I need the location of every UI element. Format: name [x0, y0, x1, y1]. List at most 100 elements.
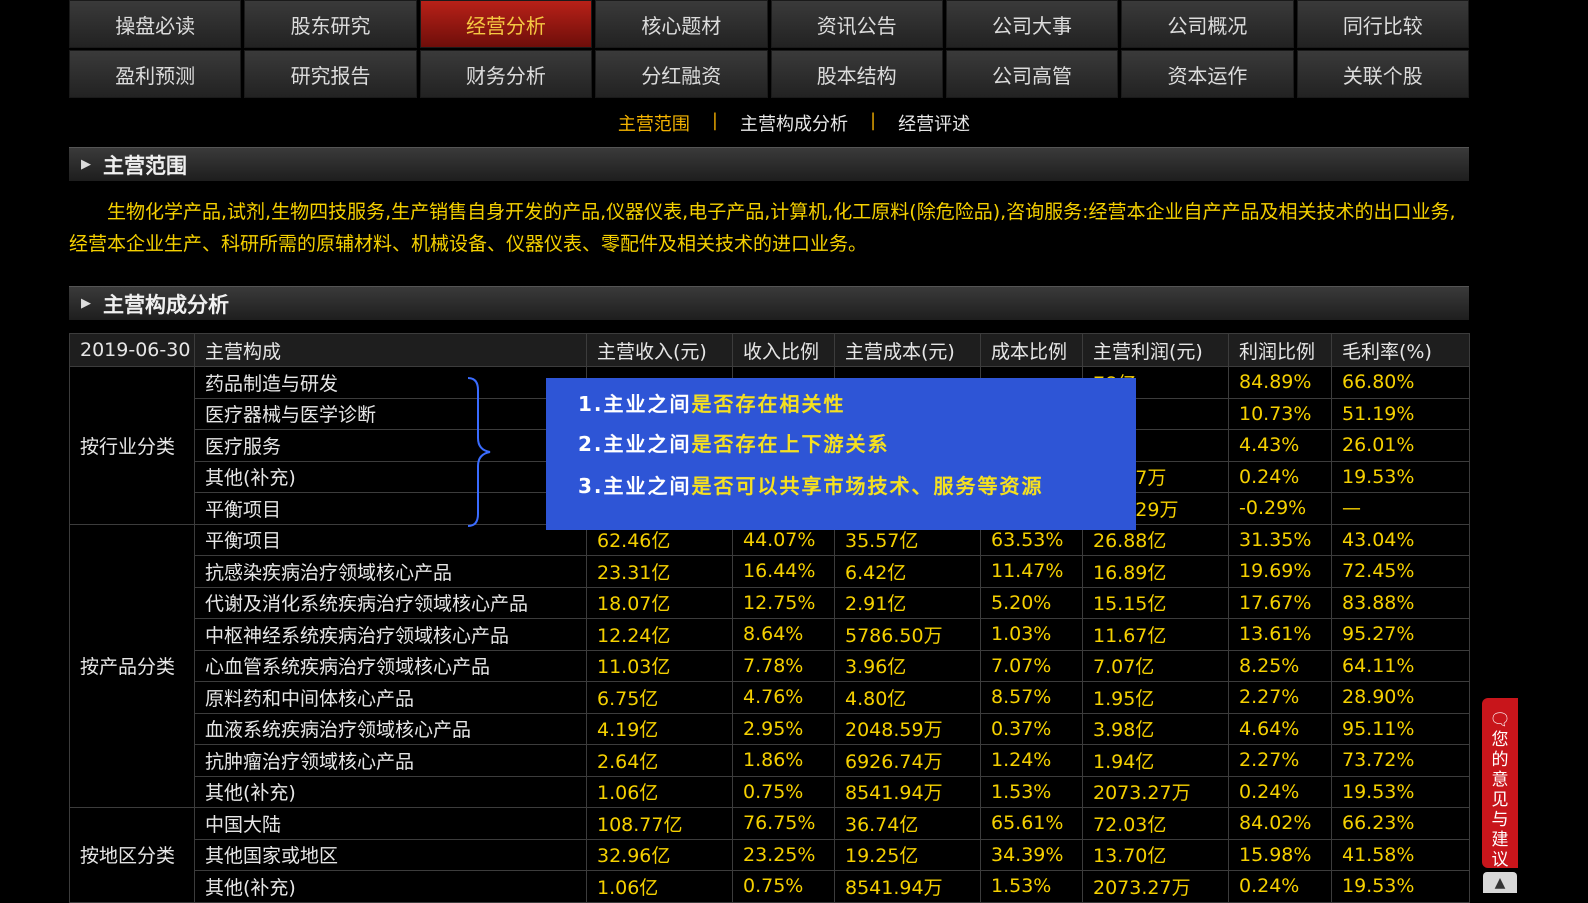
value-cell: 1.53%	[980, 870, 1083, 903]
section-bar-composition[interactable]: ▶ 主营构成分析	[69, 286, 1469, 320]
value-cell: 1.95亿	[1082, 681, 1229, 714]
value-cell: 1.53%	[980, 775, 1083, 808]
nav-tab[interactable]: 同行比较	[1296, 0, 1469, 48]
nav-tab[interactable]: 股东研究	[244, 0, 417, 48]
value-cell: 26.01%	[1331, 429, 1470, 462]
subtab[interactable]: 主营构成分析	[718, 110, 870, 136]
value-cell: 0.24%	[1228, 870, 1332, 903]
value-cell: 64.11%	[1331, 649, 1470, 682]
feedback-button[interactable]: 🗨 您的意见与建议	[1482, 698, 1518, 870]
value-cell: 34.39%	[980, 838, 1083, 871]
nav-row-1: 操盘必读 股东研究 经营分析 核心题材 资讯公告 公司大事 公司概况 同行比较	[69, 0, 1469, 48]
value-cell: 15.98%	[1228, 838, 1332, 871]
column-header: 利润比例	[1228, 333, 1332, 367]
value-cell: 1.94亿	[1082, 744, 1229, 777]
category-cell: 按地区分类	[69, 807, 195, 903]
feedback-char: 建	[1491, 830, 1509, 850]
category-cell: 按产品分类	[69, 523, 195, 808]
table-row: 血液系统疾病治疗领域核心产品 4.19亿 2.95% 2048.59万 0.37% 3.9…	[70, 712, 1470, 745]
value-cell: 16.89亿	[1082, 555, 1229, 588]
value-cell: 11.03亿	[586, 649, 733, 682]
scope-text: 生物化学产品,试剂,生物四技服务,生产销售自身开发的产品,仪器仪表,电子产品,计…	[69, 201, 1456, 255]
value-cell: 0.24%	[1228, 775, 1332, 808]
section-title: 主营范围	[103, 153, 187, 178]
value-cell: 2073.27万	[1082, 775, 1229, 808]
nav-tab[interactable]: 盈利预测	[69, 50, 242, 98]
table-row: 按地区分类 中国大陆 108.77亿 76.75% 36.74亿 65.61% 72.03亿…	[69, 807, 1470, 903]
value-cell: 2.27%	[1228, 681, 1332, 714]
segment-name: 抗感染疾病治疗领域核心产品	[194, 555, 587, 588]
value-cell: 36.74亿	[834, 807, 981, 840]
nav-tab[interactable]: 研究报告	[244, 50, 417, 98]
value-cell: 95.27%	[1331, 618, 1470, 651]
nav-tab[interactable]: 公司高管	[945, 50, 1119, 98]
nav-tab[interactable]: 公司大事	[945, 0, 1119, 48]
back-to-top-button[interactable]: ▲	[1483, 872, 1517, 893]
value-cell: 3.96亿	[834, 649, 981, 682]
section-bar-scope[interactable]: ▶ 主营范围	[69, 147, 1469, 181]
overlay-number: 1.	[578, 392, 604, 416]
feedback-label: 您的意见与建议	[1492, 730, 1509, 870]
value-cell: 2048.59万	[834, 712, 981, 745]
value-cell: 19.69%	[1228, 555, 1332, 588]
nav-tab[interactable]: 操盘必读	[69, 0, 242, 48]
column-header: 收入比例	[732, 333, 835, 367]
segment-name: 药品制造与研发	[194, 366, 587, 399]
value-cell: 65.61%	[980, 807, 1083, 840]
feedback-char: 议	[1491, 850, 1509, 870]
value-cell: 16.44%	[732, 555, 835, 588]
value-cell: 6.42亿	[834, 555, 981, 588]
segment-name: 代谢及消化系统疾病治疗领域核心产品	[194, 586, 587, 619]
nav-tab[interactable]: 分红融资	[595, 50, 768, 98]
value-cell: 12.75%	[732, 586, 835, 619]
nav-tab[interactable]: 核心题材	[595, 0, 768, 48]
nav-tab[interactable]: 公司概况	[1121, 0, 1294, 48]
segment-name: 医疗器械与医学诊断	[194, 397, 587, 430]
nav-tab[interactable]: 财务分析	[419, 50, 593, 98]
segment-name: 其他(补充)	[194, 460, 587, 493]
column-header: 主营构成	[194, 333, 587, 367]
overlay-highlight: 是否存在上下游关系	[691, 432, 890, 456]
value-cell: 12.24亿	[586, 618, 733, 651]
value-cell: —	[1331, 492, 1470, 525]
segment-name: 抗肿瘤治疗领域核心产品	[194, 744, 587, 777]
value-cell: 19.53%	[1331, 870, 1470, 903]
overlay-prefix: 主业之间	[603, 432, 692, 456]
value-cell: 13.70亿	[1082, 838, 1229, 871]
nav-tab[interactable]: 股本结构	[770, 50, 943, 98]
nav-tab[interactable]: 经营分析	[419, 0, 593, 48]
value-cell: 17.67%	[1228, 586, 1332, 619]
value-cell: 72.03亿	[1082, 807, 1229, 840]
section-title: 主营构成分析	[103, 292, 229, 317]
value-cell: 19.25亿	[834, 838, 981, 871]
value-cell: 13.61%	[1228, 618, 1332, 651]
table-row: 抗肿瘤治疗领域核心产品 2.64亿 1.86% 6926.74万 1.24% 1.94亿 2…	[70, 744, 1470, 777]
overlay-prefix: 主业之间	[603, 392, 692, 416]
nav-tab[interactable]: 资讯公告	[770, 0, 943, 48]
value-cell: 2.95%	[732, 712, 835, 745]
arrow-up-icon: ▲	[1494, 875, 1506, 891]
chat-icon: 🗨	[1489, 710, 1511, 730]
segment-name: 平衡项目	[194, 523, 587, 556]
segment-name: 血液系统疾病治疗领域核心产品	[194, 712, 587, 745]
value-cell: 7.07亿	[1082, 649, 1229, 682]
segment-name: 平衡项目	[194, 492, 587, 525]
value-cell: 32.96亿	[586, 838, 733, 871]
value-cell: 76.75%	[732, 807, 835, 840]
value-cell: 1.86%	[732, 744, 835, 777]
value-cell: 72.45%	[1331, 555, 1470, 588]
nav-tab[interactable]: 关联个股	[1296, 50, 1469, 98]
subtab[interactable]: 经营评述	[876, 110, 992, 136]
value-cell: 66.80%	[1331, 366, 1470, 399]
value-cell: 10.73%	[1228, 397, 1332, 430]
value-cell: 4.64%	[1228, 712, 1332, 745]
value-cell: 51.19%	[1331, 397, 1470, 430]
value-cell: 8.57%	[980, 681, 1083, 714]
annotation-overlay: 1.主业之间是否存在相关性 2.主业之间是否存在上下游关系 3.主业之间是否可以共享…	[546, 378, 1136, 530]
value-cell: 95.11%	[1331, 712, 1470, 745]
value-cell: 84.89%	[1228, 366, 1332, 399]
subtab[interactable]: 主营范围	[596, 110, 712, 136]
value-cell: 4.76%	[732, 681, 835, 714]
overlay-highlight: 是否存在相关性	[691, 392, 846, 416]
nav-tab[interactable]: 资本运作	[1121, 50, 1294, 98]
